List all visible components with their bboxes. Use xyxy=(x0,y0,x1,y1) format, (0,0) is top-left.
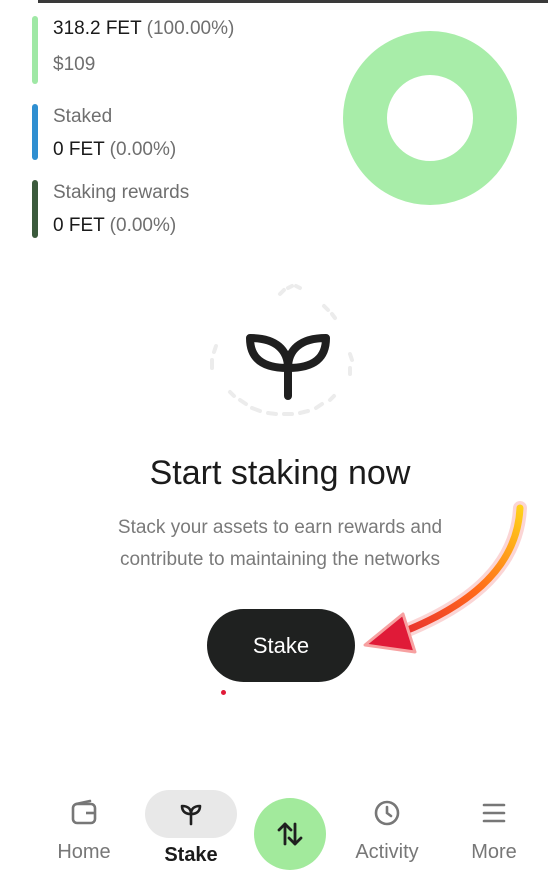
nav-item-home[interactable]: Home xyxy=(34,798,134,864)
hero-title: Start staking now xyxy=(149,454,411,492)
rewards-percent: (0.00%) xyxy=(109,215,177,236)
available-color-bar xyxy=(32,16,38,84)
legend-staked: Staked 0 FET (0.00%) xyxy=(32,104,332,162)
rewards-amount: 0 FET xyxy=(53,215,105,236)
rewards-color-bar xyxy=(32,180,38,238)
staked-amount-line: 0 FET (0.00%) xyxy=(53,137,332,163)
wallet-icon xyxy=(71,799,97,825)
menu-icon xyxy=(482,803,506,823)
rewards-label: Staking rewards xyxy=(53,182,190,203)
sprout-icon xyxy=(180,804,202,826)
balance-legend: 318.2 FET (100.00%) $109 Staked 0 FET (0… xyxy=(32,16,332,238)
nav-label-home: Home xyxy=(57,841,111,863)
annotation-arrow xyxy=(363,501,527,654)
nav-stake-active-pill xyxy=(145,790,237,838)
available-percent: (100.00%) xyxy=(146,18,235,39)
nav-label-stake: Stake xyxy=(164,844,218,866)
nav-item-stake[interactable]: Stake xyxy=(141,790,241,867)
annotation-dot xyxy=(221,690,226,695)
legend-available: 318.2 FET (100.00%) $109 xyxy=(32,16,332,86)
available-amount: 318.2 FET xyxy=(53,18,142,39)
donut-ring-available xyxy=(343,31,517,205)
bottom-navigation: Home Stake Activity More xyxy=(0,770,560,890)
nav-label-activity: Activity xyxy=(355,841,419,863)
rewards-amount-line: 0 FET (0.00%) xyxy=(53,213,332,239)
top-edge-line xyxy=(38,0,548,3)
legend-rewards: Staking rewards 0 FET (0.00%) xyxy=(32,180,332,238)
staked-label: Staked xyxy=(53,106,113,127)
stake-button[interactable]: Stake xyxy=(207,609,355,682)
hero-illustration xyxy=(210,284,354,416)
clock-icon xyxy=(374,800,400,826)
available-amount-line: 318.2 FET (100.00%) xyxy=(53,16,332,42)
sprout-icon xyxy=(246,334,330,400)
nav-item-activity[interactable]: Activity xyxy=(337,798,437,864)
nav-label-more: More xyxy=(471,841,517,863)
available-usd: $109 xyxy=(53,54,96,75)
staked-percent: (0.00%) xyxy=(109,139,177,160)
swap-arrows-icon xyxy=(277,822,303,846)
swap-action-button[interactable] xyxy=(254,798,326,870)
staked-amount: 0 FET xyxy=(53,139,105,160)
staked-color-bar xyxy=(32,104,38,160)
balance-donut-chart xyxy=(343,31,517,205)
nav-item-more[interactable]: More xyxy=(444,798,544,864)
